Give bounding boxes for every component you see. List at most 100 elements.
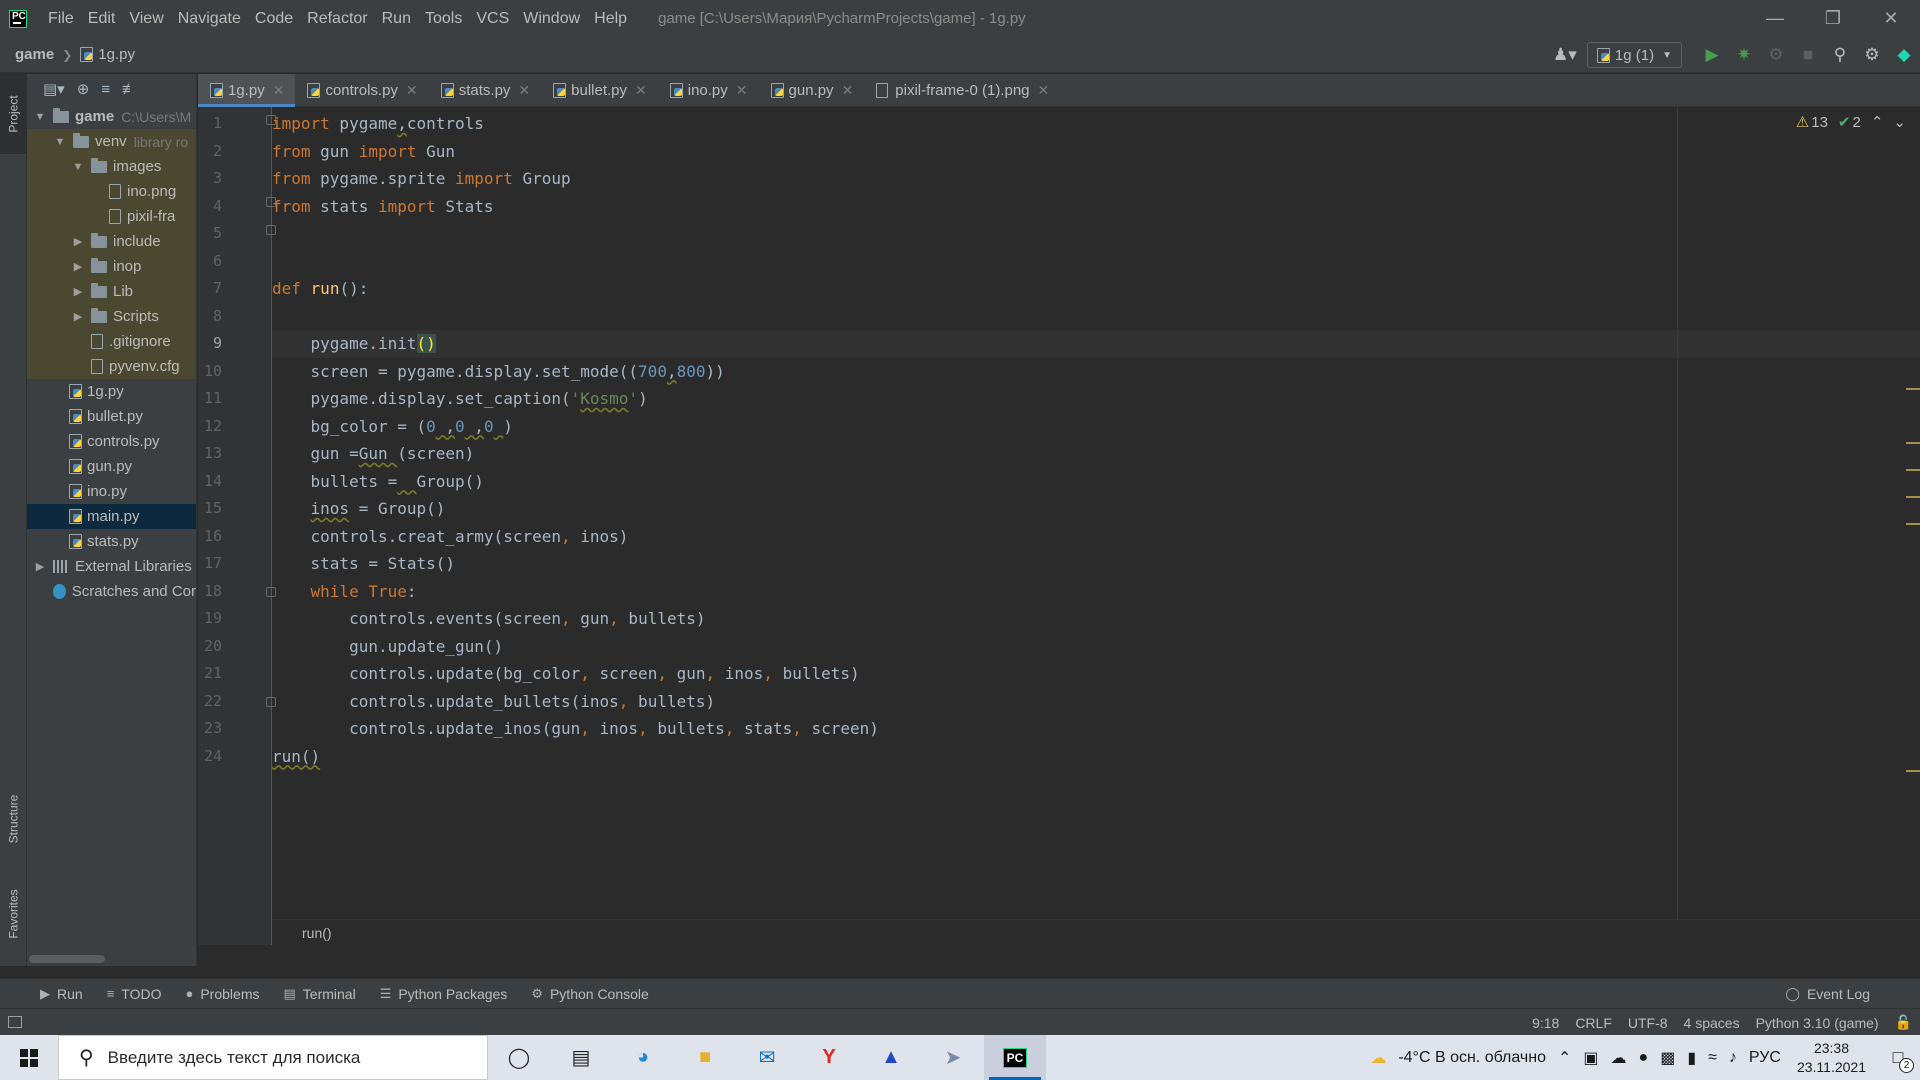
lock-icon[interactable]: 🔓 [1887, 1014, 1920, 1031]
breadcrumb-file[interactable]: 1g.py [80, 46, 135, 63]
tree-folder[interactable]: ▶ Scripts [27, 304, 196, 329]
menu-help[interactable]: Help [587, 0, 634, 37]
locate-icon[interactable]: ⊕ [77, 80, 90, 98]
taskbar-search-input[interactable] [107, 1047, 448, 1068]
cloud-icon[interactable]: ☁ [1605, 1048, 1633, 1068]
tool-windows-toggle-icon[interactable] [8, 1016, 22, 1028]
menu-edit[interactable]: Edit [81, 0, 123, 37]
close-icon[interactable]: ✕ [736, 82, 748, 99]
tree-file[interactable]: stats.py [27, 529, 196, 554]
close-icon[interactable]: ✕ [635, 82, 647, 99]
menu-refactor[interactable]: Refactor [300, 0, 374, 37]
minimize-icon[interactable]: — [1746, 0, 1804, 37]
error-stripe-mark[interactable] [1906, 469, 1920, 471]
close-icon[interactable]: ✕ [1862, 0, 1920, 37]
error-stripe-mark[interactable] [1906, 523, 1920, 525]
editor-breadcrumb[interactable]: run() [272, 919, 1920, 945]
close-icon[interactable]: ✕ [842, 82, 854, 99]
tab-pixil-frame-png[interactable]: pixil-frame-0 (1).png ✕ [864, 74, 1060, 107]
tree-root[interactable]: ▼ game C:\Users\M [27, 104, 196, 129]
run-tool-button[interactable]: ▶ Run [28, 979, 95, 1009]
weather-text[interactable]: -4°C В осн. облачно [1392, 1049, 1552, 1067]
wifi-icon[interactable]: ≈ [1702, 1049, 1723, 1067]
tree-file[interactable]: ino.py [27, 479, 196, 504]
weather-icon[interactable]: ☁ [1364, 1048, 1392, 1068]
chevron-down-icon[interactable]: ⌄ [1893, 113, 1906, 131]
tab-bullet-py[interactable]: bullet.py ✕ [541, 74, 658, 107]
toolbox-icon[interactable]: ◆ [1888, 37, 1920, 73]
collapse-all-icon[interactable]: ≢ [122, 81, 137, 98]
menu-window[interactable]: Window [516, 0, 587, 37]
breadcrumb-project[interactable]: game [15, 46, 54, 63]
indent-setting[interactable]: 4 spaces [1676, 1015, 1748, 1031]
event-log-button[interactable]: ◯ Event Log [1773, 979, 1882, 1009]
gear-icon[interactable]: ⚙ [1856, 37, 1888, 73]
menu-code[interactable]: Code [248, 0, 300, 37]
notification-center-icon[interactable]: □ 2 [1876, 1035, 1920, 1080]
volume-icon[interactable]: ♪ [1723, 1049, 1743, 1067]
restore-icon[interactable]: ❐ [1804, 0, 1862, 37]
edge-browser-icon[interactable]: ◕ [612, 1035, 674, 1080]
code-area[interactable]: import pygame,controls from gun import G… [272, 107, 1920, 945]
microphone-icon[interactable]: ● [1633, 1049, 1655, 1067]
file-explorer-icon[interactable]: ■ [674, 1035, 736, 1080]
problems-tool-button[interactable]: ● Problems [173, 979, 271, 1009]
tab-stats-py[interactable]: stats.py ✕ [429, 74, 541, 107]
menu-tools[interactable]: Tools [418, 0, 469, 37]
chevron-up-icon[interactable]: ⌃ [1552, 1048, 1577, 1068]
tab-1g-py[interactable]: 1g.py ✕ [198, 74, 296, 107]
menu-view[interactable]: View [122, 0, 170, 37]
language-indicator[interactable]: РУС [1743, 1049, 1787, 1067]
pycharm-taskbar-icon[interactable]: PC [984, 1035, 1046, 1080]
taskbar-search[interactable]: ⚲ [58, 1035, 488, 1080]
cortana-icon[interactable]: ◯ [488, 1035, 550, 1080]
tree-external-libraries[interactable]: ▶ External Libraries [27, 554, 196, 579]
error-stripe-mark[interactable] [1906, 496, 1920, 498]
debug-icon[interactable]: ✷ [1728, 37, 1760, 73]
tree-file[interactable]: .gitignore [27, 329, 196, 354]
rocket-app-icon[interactable]: ➤ [922, 1035, 984, 1080]
tab-gun-py[interactable]: gun.py ✕ [759, 74, 865, 107]
terminal-tool-button[interactable]: ▤ Terminal [271, 979, 367, 1009]
menu-navigate[interactable]: Navigate [171, 0, 248, 37]
camera-icon[interactable]: ▣ [1577, 1048, 1604, 1068]
close-icon[interactable]: ✕ [518, 82, 530, 99]
vpn-app-icon[interactable]: ▲ [860, 1035, 922, 1080]
todo-tool-button[interactable]: ≡ TODO [95, 979, 174, 1009]
clock[interactable]: 23:38 23.11.2021 [1787, 1039, 1876, 1077]
yandex-browser-icon[interactable]: Y [798, 1035, 860, 1080]
project-tool-tab[interactable]: Project [0, 74, 27, 154]
menu-file[interactable]: File [41, 0, 81, 37]
python-console-tool-button[interactable]: ⚙ Python Console [519, 979, 661, 1009]
tab-ino-py[interactable]: ino.py ✕ [658, 74, 759, 107]
error-stripe-mark[interactable] [1906, 770, 1920, 772]
tab-controls-py[interactable]: controls.py ✕ [295, 74, 428, 107]
error-stripe-mark[interactable] [1906, 442, 1920, 444]
tree-folder-images[interactable]: ▼ images [27, 154, 196, 179]
tree-folder[interactable]: ▶ Lib [27, 279, 196, 304]
tree-file[interactable]: pixil-fra [27, 204, 196, 229]
close-icon[interactable]: ✕ [1038, 82, 1050, 99]
start-button[interactable] [0, 1035, 58, 1080]
expand-all-icon[interactable]: ≡ [101, 81, 110, 98]
tree-file[interactable]: gun.py [27, 454, 196, 479]
close-icon[interactable]: ✕ [273, 82, 285, 99]
user-icon[interactable]: ♟▾ [1543, 37, 1587, 73]
task-view-icon[interactable]: ▤ [550, 1035, 612, 1080]
tree-folder-venv[interactable]: ▼ venv library ro [27, 129, 196, 154]
line-separator[interactable]: CRLF [1567, 1015, 1620, 1031]
stop-icon[interactable]: ■ [1792, 37, 1824, 73]
file-encoding[interactable]: UTF-8 [1620, 1015, 1676, 1031]
favorites-tool-tab[interactable]: Favorites [0, 874, 27, 954]
run-icon[interactable]: ▶ [1696, 37, 1728, 73]
structure-tool-tab[interactable]: Structure [0, 774, 27, 864]
inspection-widget[interactable]: ⚠ 13 ✔ 2 ⌃ ⌄ [1796, 113, 1906, 132]
run-configuration-select[interactable]: 1g (1) ▼ [1586, 42, 1682, 68]
tree-file[interactable]: 1g.py [27, 379, 196, 404]
search-icon[interactable]: ⚲ [1824, 37, 1856, 73]
horizontal-scrollbar[interactable] [29, 955, 105, 963]
coverage-icon[interactable]: ⚙ [1760, 37, 1792, 73]
project-view-icon[interactable]: ▤▾ [43, 80, 65, 98]
tree-file[interactable]: pyvenv.cfg [27, 354, 196, 379]
error-stripe-mark[interactable] [1906, 388, 1920, 390]
